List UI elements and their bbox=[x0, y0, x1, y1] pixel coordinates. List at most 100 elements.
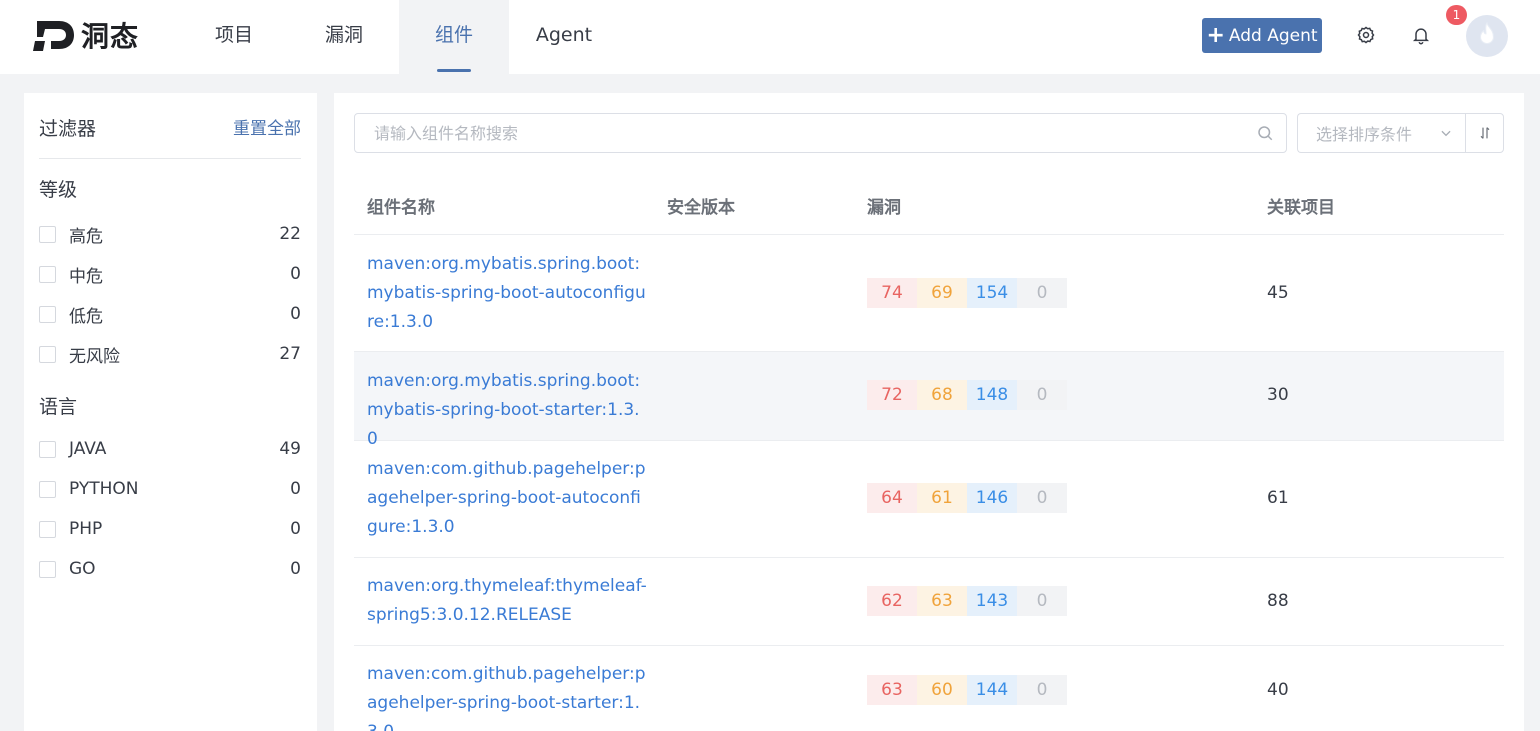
none-count: 0 bbox=[1017, 483, 1067, 513]
search-box[interactable] bbox=[354, 113, 1287, 153]
low-count: 154 bbox=[967, 278, 1017, 308]
sort-select-placeholder: 选择排序条件 bbox=[1316, 125, 1413, 144]
high-count: 62 bbox=[867, 586, 917, 616]
tab-projects[interactable]: 项目 bbox=[179, 0, 289, 74]
add-agent-label: Add Agent bbox=[1228, 25, 1318, 46]
checkbox[interactable] bbox=[39, 305, 56, 323]
filter-option-count: 0 bbox=[290, 559, 301, 579]
filter-option-label: PHP bbox=[69, 519, 103, 539]
level-group-title: 等级 bbox=[39, 179, 78, 201]
filter-level-none[interactable]: 无风险 27 bbox=[39, 342, 301, 367]
sort-order-icon bbox=[1480, 127, 1489, 139]
filter-option-count: 27 bbox=[279, 344, 301, 364]
plus-icon: + bbox=[1206, 22, 1225, 48]
vulnerability-counts: 63 60 144 0 bbox=[867, 675, 1067, 705]
filter-option-count: 0 bbox=[290, 304, 301, 324]
search-icon[interactable] bbox=[1256, 124, 1274, 142]
filter-level-high[interactable]: 高危 22 bbox=[39, 222, 301, 247]
chevron-down-icon bbox=[1441, 130, 1451, 137]
filter-lang-java[interactable]: JAVA 49 bbox=[39, 437, 301, 461]
filter-option-label: 无风险 bbox=[69, 346, 120, 367]
high-count: 72 bbox=[867, 380, 917, 410]
sort-select[interactable]: 选择排序条件 bbox=[1297, 113, 1465, 153]
table-row[interactable]: maven:org.mybatis.spring.boot:mybatis-sp… bbox=[354, 352, 1504, 449]
column-header-projects: 关联项目 bbox=[1267, 198, 1335, 218]
tab-components[interactable]: 组件 bbox=[399, 0, 509, 74]
tab-vulnerabilities[interactable]: 漏洞 bbox=[289, 0, 399, 74]
high-count: 63 bbox=[867, 675, 917, 705]
filter-option-label: 中危 bbox=[69, 266, 103, 287]
high-count: 74 bbox=[867, 278, 917, 308]
checkbox[interactable] bbox=[39, 440, 56, 458]
filter-sidebar: 过滤器 重置全部 等级 高危 22 中危 0 低危 0 无风险 27 语言 JA… bbox=[24, 93, 317, 731]
checkbox[interactable] bbox=[39, 520, 56, 538]
low-count: 148 bbox=[967, 380, 1017, 410]
none-count: 0 bbox=[1017, 675, 1067, 705]
filter-option-count: 49 bbox=[279, 439, 301, 459]
medium-count: 69 bbox=[917, 278, 967, 308]
filter-option-label: PYTHON bbox=[69, 479, 139, 499]
top-header: 洞态 项目 漏洞 组件 Agent + Add Agent 1 bbox=[0, 0, 1540, 74]
component-name-link[interactable]: maven:org.mybatis.spring.boot:mybatis-sp… bbox=[367, 250, 647, 337]
notification-badge: 1 bbox=[1446, 5, 1467, 25]
low-count: 146 bbox=[967, 483, 1017, 513]
filter-option-label: GO bbox=[69, 559, 96, 579]
high-count: 64 bbox=[867, 483, 917, 513]
flame-icon bbox=[1479, 22, 1495, 45]
checkbox[interactable] bbox=[39, 265, 56, 283]
user-avatar[interactable] bbox=[1466, 15, 1508, 57]
table-row[interactable]: maven:org.thymeleaf:thymeleaf-spring5:3.… bbox=[354, 558, 1504, 646]
checkbox[interactable] bbox=[39, 560, 56, 578]
filter-option-label: JAVA bbox=[69, 439, 107, 459]
medium-count: 68 bbox=[917, 380, 967, 410]
table-row[interactable]: maven:com.github.pagehelper:pagehelper-s… bbox=[354, 646, 1504, 731]
reset-all-link[interactable]: 重置全部 bbox=[233, 114, 301, 139]
table-row[interactable]: maven:org.mybatis.spring.boot:mybatis-sp… bbox=[354, 235, 1504, 352]
none-count: 0 bbox=[1017, 586, 1067, 616]
component-name-link[interactable]: maven:org.thymeleaf:thymeleaf-spring5:3.… bbox=[367, 572, 647, 630]
sort-order-button[interactable] bbox=[1465, 113, 1504, 153]
checkbox[interactable] bbox=[39, 225, 56, 243]
table-row[interactable]: maven:com.github.pagehelper:pagehelper-s… bbox=[354, 441, 1504, 558]
filter-lang-python[interactable]: PYTHON 0 bbox=[39, 477, 301, 501]
filter-level-medium[interactable]: 中危 0 bbox=[39, 262, 301, 287]
none-count: 0 bbox=[1017, 278, 1067, 308]
component-name-link[interactable]: maven:com.github.pagehelper:pagehelper-s… bbox=[367, 660, 647, 731]
checkbox[interactable] bbox=[39, 480, 56, 498]
vulnerability-counts: 72 68 148 0 bbox=[867, 380, 1067, 410]
add-agent-button[interactable]: + Add Agent bbox=[1202, 18, 1322, 53]
notification-bell-icon[interactable] bbox=[1409, 22, 1433, 48]
language-group-title: 语言 bbox=[39, 396, 78, 418]
app-logo[interactable]: 洞态 bbox=[33, 15, 139, 55]
checkbox[interactable] bbox=[39, 345, 56, 363]
vulnerability-counts: 62 63 143 0 bbox=[867, 586, 1067, 616]
column-header-vulnerabilities: 漏洞 bbox=[867, 198, 901, 218]
component-list-panel: 选择排序条件 组件名称 安全版本 漏洞 关联项目 maven:org.mybat… bbox=[334, 93, 1524, 731]
filter-level-low[interactable]: 低危 0 bbox=[39, 302, 301, 327]
logo-icon bbox=[33, 21, 74, 51]
vulnerability-counts: 64 61 146 0 bbox=[867, 483, 1067, 513]
tab-agent[interactable]: Agent bbox=[509, 0, 619, 74]
project-count: 30 bbox=[1267, 385, 1289, 405]
column-header-name: 组件名称 bbox=[367, 198, 435, 218]
filter-option-label: 低危 bbox=[69, 306, 103, 327]
low-count: 143 bbox=[967, 586, 1017, 616]
filter-option-count: 22 bbox=[279, 224, 301, 244]
filter-lang-go[interactable]: GO 0 bbox=[39, 557, 301, 581]
vulnerability-counts: 74 69 154 0 bbox=[867, 278, 1067, 308]
project-count: 45 bbox=[1267, 283, 1289, 303]
filter-option-count: 0 bbox=[290, 264, 301, 284]
none-count: 0 bbox=[1017, 380, 1067, 410]
medium-count: 61 bbox=[917, 483, 967, 513]
filter-lang-php[interactable]: PHP 0 bbox=[39, 517, 301, 541]
search-input[interactable] bbox=[355, 114, 1245, 152]
logo-text: 洞态 bbox=[81, 20, 140, 53]
component-name-link[interactable]: maven:com.github.pagehelper:pagehelper-s… bbox=[367, 455, 647, 542]
project-count: 40 bbox=[1267, 680, 1289, 700]
filter-option-count: 0 bbox=[290, 519, 301, 539]
filter-title: 过滤器 bbox=[39, 118, 97, 140]
divider bbox=[39, 158, 301, 159]
settings-gear-icon[interactable] bbox=[1354, 22, 1378, 48]
filter-option-label: 高危 bbox=[69, 226, 103, 247]
medium-count: 63 bbox=[917, 586, 967, 616]
